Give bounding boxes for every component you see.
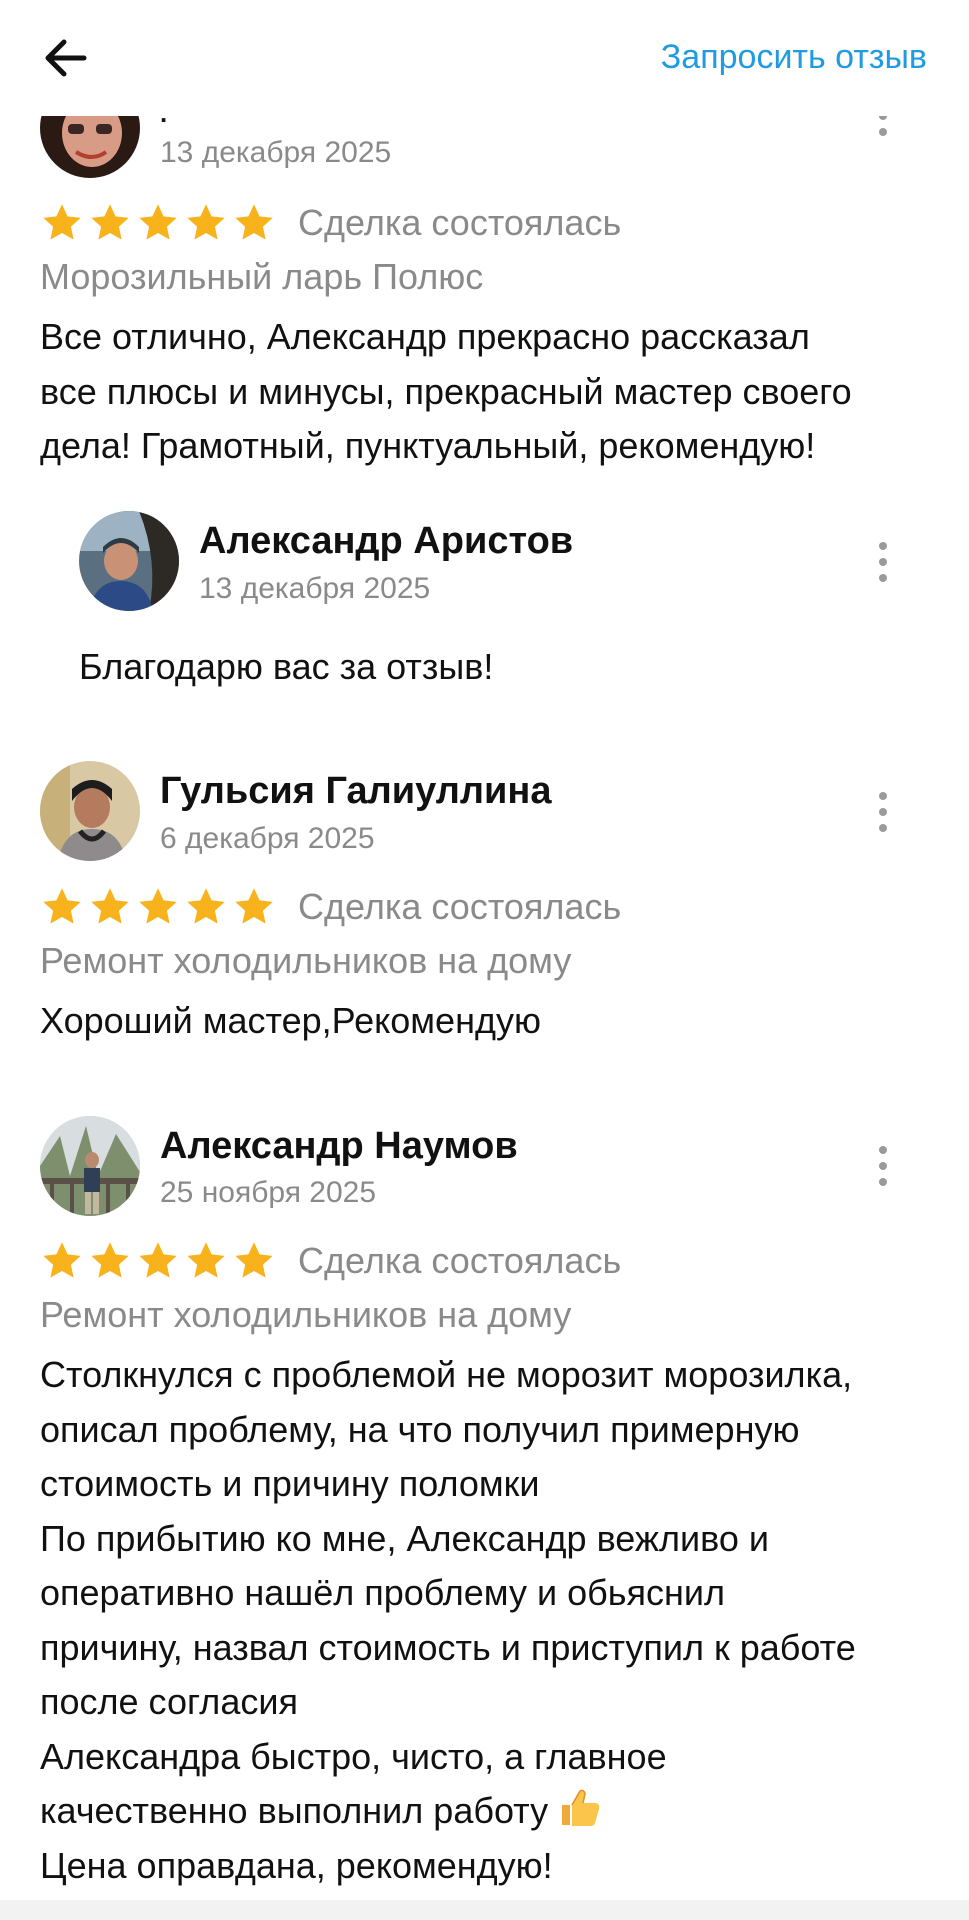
request-review-link[interactable]: Запросить отзыв — [661, 38, 927, 77]
star-icon — [136, 1239, 180, 1283]
review-text-line: стоимость и причину поломки — [40, 1463, 540, 1504]
review-text-line: дела! Грамотный, пунктуальный, рекоменду… — [40, 425, 816, 466]
review-text-line: Все отлично, Александр прекрасно рассказ… — [40, 316, 810, 357]
deal-status: Сделка состоялась — [298, 202, 622, 243]
star-icon — [40, 201, 84, 245]
bottom-divider — [0, 1900, 969, 1920]
star-icon — [40, 885, 84, 929]
review-text: Хороший мастер,Рекомендую — [40, 994, 940, 1049]
review-text-line: описал проблему, на что получил примерну… — [40, 1408, 800, 1450]
star-icon — [232, 885, 276, 929]
star-icon — [184, 201, 228, 245]
avatar[interactable] — [40, 1116, 140, 1216]
review-category: Морозильный ларь Полюс — [40, 256, 484, 297]
review-text-line: после согласия — [40, 1681, 298, 1722]
review-date: 13 декабря 2025 — [160, 136, 392, 169]
top-app-bar: Запросить отзыв — [0, 0, 969, 116]
review-text: Столкнулся с проблемой не морозит морози… — [40, 1348, 940, 1893]
more-options-icon[interactable] — [869, 538, 897, 586]
star-rating — [40, 201, 276, 245]
back-button[interactable] — [38, 30, 94, 86]
arrow-left-icon — [45, 39, 87, 77]
review-category: Ремонт холодильников на дому — [40, 940, 572, 981]
review-author-name: Гульсия Галиуллина — [160, 770, 552, 812]
star-rating — [40, 1239, 276, 1283]
deal-status: Сделка состоялась — [298, 886, 622, 927]
star-rating — [40, 885, 276, 929]
star-icon — [40, 1239, 84, 1283]
star-icon — [184, 885, 228, 929]
more-options-icon[interactable] — [869, 788, 897, 836]
star-icon — [88, 201, 132, 245]
review-text-line: Цена оправдана, рекомендую! — [40, 1844, 553, 1886]
reply-author-name: Александр Аристов — [199, 520, 574, 562]
star-icon — [88, 885, 132, 929]
star-icon — [232, 201, 276, 245]
star-icon — [88, 1239, 132, 1283]
review-date: 6 декабря 2025 — [160, 822, 375, 855]
reviews-list: . 13 декабря 2025 Сделка состоялась Моро… — [0, 0, 969, 1920]
more-options-icon[interactable] — [869, 1142, 897, 1190]
review-text-line: причину, назвал стоимость и приступил к … — [40, 1626, 856, 1668]
avatar[interactable] — [40, 761, 140, 861]
star-icon — [136, 201, 180, 245]
star-icon — [184, 1239, 228, 1283]
rating-row: Сделка состоялась — [40, 882, 621, 932]
star-icon — [136, 885, 180, 929]
reply-text: Благодарю вас за отзыв! — [79, 646, 494, 687]
review-text-line: все плюсы и минусы, прекрасный мастер св… — [40, 370, 852, 412]
review-text-line: качественно выполнил работу — [40, 1784, 940, 1839]
review-text-fragment: качественно выполнил работу — [40, 1790, 549, 1831]
rating-row: Сделка состоялась — [40, 1236, 621, 1286]
star-icon — [232, 1239, 276, 1283]
review-text-line: оперативно нашёл проблему и обьяснил — [40, 1572, 725, 1613]
deal-status: Сделка состоялась — [298, 1240, 622, 1281]
review-text: Все отлично, Александр прекрасно рассказ… — [40, 310, 940, 474]
thumbs-up-icon — [562, 1789, 600, 1826]
review-author-name: Александр Наумов — [160, 1125, 518, 1167]
reply-date: 13 декабря 2025 — [199, 572, 431, 605]
review-date: 25 ноября 2025 — [160, 1176, 377, 1209]
review-text-line: Столкнулся с проблемой не морозит морози… — [40, 1354, 853, 1395]
reply-avatar[interactable] — [79, 511, 179, 611]
review-text-line: По прибытию ко мне, Александр вежливо и — [40, 1517, 769, 1559]
review-category: Ремонт холодильников на дому — [40, 1294, 572, 1335]
review-text-line: Хороший мастер,Рекомендую — [40, 1000, 541, 1041]
review-text-line: Александра быстро, чисто, а главное — [40, 1735, 667, 1777]
rating-row: Сделка состоялась — [40, 198, 621, 248]
